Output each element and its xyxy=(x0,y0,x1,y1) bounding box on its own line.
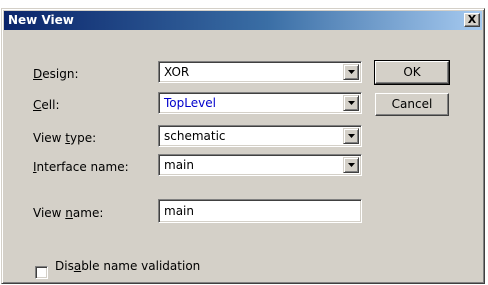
interface-name-label: Interface name: xyxy=(33,160,129,174)
cell-value: TopLevel xyxy=(164,96,216,110)
interface-name-dropdown-button[interactable] xyxy=(343,157,359,173)
view-name-input[interactable]: main xyxy=(158,199,362,223)
disable-validation-checkbox[interactable] xyxy=(35,266,48,279)
cell-dropdown[interactable]: TopLevel xyxy=(158,92,362,114)
cell-label: Cell: xyxy=(33,98,60,112)
interface-name-value: main xyxy=(164,158,194,172)
interface-name-dropdown[interactable]: main xyxy=(158,154,362,176)
new-view-dialog: New View X Design: XOR Cell: TopLevel Vi… xyxy=(1,8,485,284)
design-dropdown-button[interactable] xyxy=(343,64,359,80)
design-dropdown[interactable]: XOR xyxy=(158,61,362,83)
chevron-down-icon xyxy=(348,134,355,138)
view-type-value: schematic xyxy=(164,129,226,143)
cancel-button[interactable]: Cancel xyxy=(375,93,449,116)
view-type-dropdown-button[interactable] xyxy=(343,128,359,144)
chevron-down-icon xyxy=(348,101,355,105)
design-label: Design: xyxy=(33,67,79,81)
close-button[interactable]: X xyxy=(464,13,480,27)
cell-dropdown-button[interactable] xyxy=(343,95,359,111)
view-type-dropdown[interactable]: schematic xyxy=(158,125,362,147)
disable-validation-label[interactable]: Disable name validation xyxy=(55,259,200,273)
ok-button[interactable]: OK xyxy=(374,60,450,85)
chevron-down-icon xyxy=(348,163,355,167)
title-bar[interactable]: New View X xyxy=(4,11,482,30)
view-name-value: main xyxy=(164,204,194,218)
close-icon: X xyxy=(467,13,477,26)
design-value: XOR xyxy=(164,65,190,79)
view-type-label: View type: xyxy=(33,131,97,145)
view-name-label: View name: xyxy=(33,206,104,220)
chevron-down-icon xyxy=(348,70,355,74)
dialog-title: New View xyxy=(8,13,74,27)
